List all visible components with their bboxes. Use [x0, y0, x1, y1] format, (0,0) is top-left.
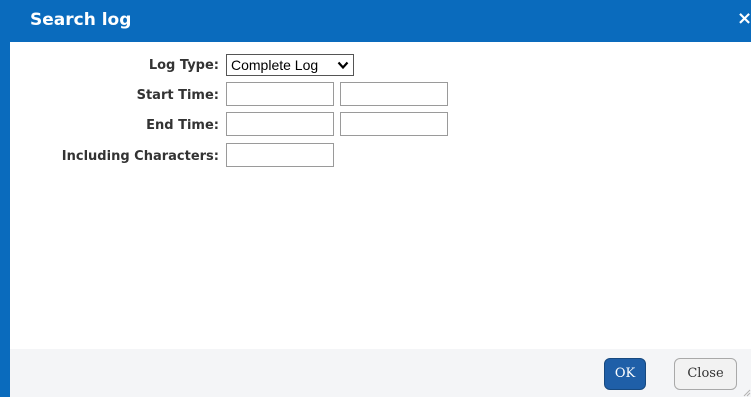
- dialog-title-bar: Search log ×: [10, 0, 751, 42]
- including-characters-input[interactable]: [226, 143, 334, 167]
- start-time-input[interactable]: [340, 82, 448, 106]
- start-time-label: Start Time:: [136, 88, 219, 103]
- resize-grip-icon[interactable]: [743, 389, 751, 397]
- dialog-title: Search log: [30, 10, 132, 30]
- end-time-label: End Time:: [146, 118, 219, 133]
- log-type-label: Log Type:: [148, 58, 219, 73]
- log-type-selected-value: Complete Log: [231, 57, 319, 73]
- search-log-dialog: Search log × Log Type: Complete Log Star…: [0, 0, 751, 397]
- close-icon[interactable]: ×: [737, 9, 751, 29]
- close-button[interactable]: Close: [674, 358, 737, 390]
- ok-button[interactable]: OK: [604, 358, 646, 390]
- log-type-select[interactable]: Complete Log: [226, 54, 354, 76]
- end-date-input[interactable]: [226, 112, 334, 136]
- chevron-down-icon: [337, 61, 349, 70]
- start-date-input[interactable]: [226, 82, 334, 106]
- dialog-footer: OK Close: [10, 349, 751, 397]
- including-characters-label: Including Characters:: [61, 149, 219, 164]
- end-time-input[interactable]: [340, 112, 448, 136]
